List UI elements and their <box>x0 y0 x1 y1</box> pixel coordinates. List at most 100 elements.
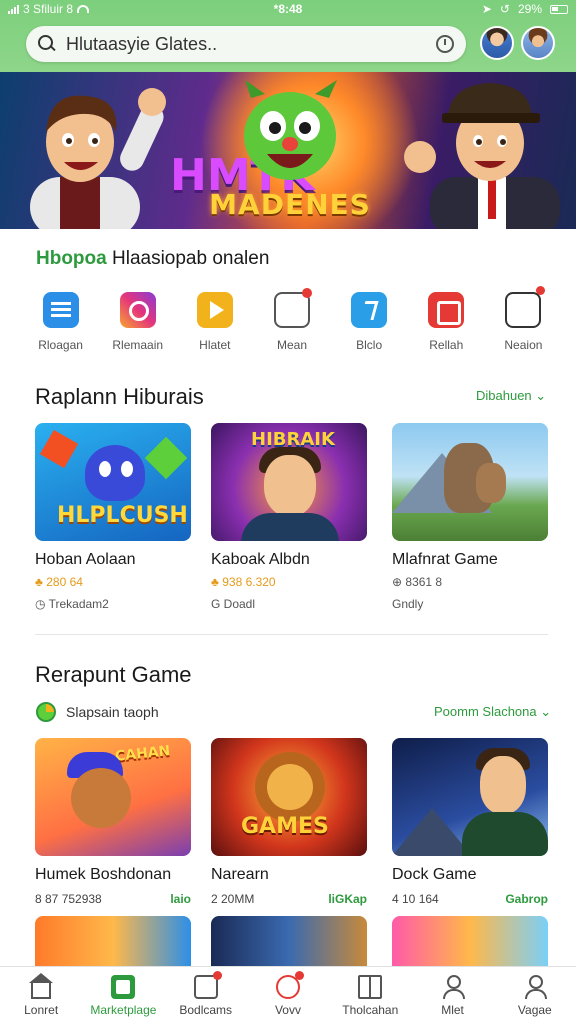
category-label: Hlatet <box>199 338 231 352</box>
nav-item-library[interactable]: Tholcahan <box>331 974 409 1017</box>
game-rating: ♣ 938 6.320 <box>211 575 367 589</box>
nav-item-user[interactable]: Mlet <box>414 974 492 1017</box>
game-thumbnail-partial[interactable] <box>35 916 191 972</box>
game-name: Hoban Aolaan <box>35 551 136 568</box>
category-label: Rellah <box>429 338 464 352</box>
game-rating: ♣ 280 64 <box>35 575 191 589</box>
category-badge-icon <box>36 702 56 722</box>
category-label: Mean <box>276 338 307 352</box>
user-icon <box>441 974 465 999</box>
category-label: Neaion <box>504 338 543 352</box>
character-art <box>462 812 548 856</box>
rating-icon: ♣ <box>35 575 43 589</box>
eye-art <box>99 461 111 477</box>
hero-banner[interactable]: HMTK MADENES <box>0 72 576 229</box>
category-item[interactable]: Rellah <box>408 288 485 352</box>
game-card[interactable]: HIBRAIK Kaboak Albdn ♣ 938 6.320 G Doadl <box>211 423 367 611</box>
game-card[interactable]: GAMES Narearn 2 20MM liGKap <box>211 738 367 906</box>
games-icon <box>193 970 222 999</box>
game-sub: G Doadl <box>211 597 256 611</box>
nav-label: Lonret <box>24 1002 59 1017</box>
thumbnail-title: HLPLCUSH <box>57 503 188 528</box>
avatar-secondary[interactable] <box>521 26 555 60</box>
location-icon: ➤ <box>481 2 492 16</box>
game-action-link[interactable]: liGKap <box>328 892 367 906</box>
category-item[interactable]: Mean <box>253 288 330 352</box>
game-stats-row: 2 20MM liGKap <box>211 892 367 906</box>
game-thumbnail-partial[interactable] <box>392 916 548 972</box>
nav-label: Vagae <box>517 1002 552 1017</box>
game-thumbnail[interactable]: GAMES <box>211 738 367 856</box>
section-subtag[interactable]: Slapsain taoph <box>36 702 159 722</box>
categories-heading: Hbopoa Hlaasiopab onalen <box>36 248 269 270</box>
battery-text: 29% <box>517 2 542 16</box>
game-thumbnail-partial[interactable] <box>211 916 367 972</box>
see-all-link[interactable]: Poomm Slachona ⌄ <box>434 704 551 720</box>
game-stats-row: 8 87 752938 laio <box>35 892 191 906</box>
gem-icon <box>39 429 79 469</box>
section-title: Raplann Hiburais <box>35 384 204 409</box>
category-label: Blclo <box>356 338 383 352</box>
profile-icon <box>523 974 547 999</box>
game-name: Kaboak Albdn <box>211 551 310 568</box>
game-sub: Gndly <box>392 597 424 611</box>
nav-item-games[interactable]: Bodlcams <box>167 970 245 1017</box>
section-subtag-label: Slapsain taoph <box>66 704 159 720</box>
avatar[interactable] <box>480 26 514 60</box>
nav-item-home[interactable]: Lonret <box>2 972 80 1017</box>
section-divider <box>35 634 548 635</box>
battery-icon <box>550 4 568 14</box>
thumbnail-title: CAHAN <box>114 743 172 765</box>
game-thumbnail[interactable]: HIBRAIK <box>211 423 367 541</box>
game-thumbnail[interactable]: CAHAN <box>35 738 191 856</box>
category-item[interactable]: Blclo <box>331 288 408 352</box>
search-bar[interactable]: Hlutaasyie Glates.. <box>26 26 466 62</box>
game-card[interactable]: HLPLCUSH Hoban Aolaan ♣ 280 64 ◷ Trekada… <box>35 423 191 611</box>
marketplace-icon <box>111 974 136 999</box>
character-art <box>267 764 313 810</box>
character-art <box>241 513 339 541</box>
nav-item-profile[interactable]: Vagae <box>496 974 574 1017</box>
game-name: Humek Boshdonan <box>35 866 172 883</box>
category-item[interactable]: Hlatet <box>176 288 253 352</box>
search-input[interactable]: Hlutaasyie Glates.. <box>66 34 436 55</box>
mountain-art <box>392 808 472 856</box>
gem-icon <box>144 436 188 480</box>
category-item[interactable]: Rlemaain <box>99 288 176 352</box>
game-thumbnail[interactable] <box>392 423 548 541</box>
game-thumbnail[interactable]: HLPLCUSH <box>35 423 191 541</box>
nav-label: Mlet <box>441 1002 464 1017</box>
banner-mascot <box>244 80 337 180</box>
category-item[interactable]: Neaion <box>485 286 562 352</box>
game-action-link[interactable]: Gabrop <box>505 892 548 906</box>
category-item[interactable]: Rloagan <box>22 288 99 352</box>
home-icon <box>29 972 54 999</box>
box-icon <box>505 286 546 328</box>
character-art <box>480 756 526 814</box>
game-thumbnail[interactable] <box>392 738 548 856</box>
alarm-icon: ↺ <box>499 2 510 16</box>
game-card[interactable]: CAHAN Humek Boshdonan 8 87 752938 laio <box>35 738 191 906</box>
character-art <box>71 768 131 828</box>
nav-item-favorites[interactable]: Vovv <box>249 970 327 1017</box>
eye-art <box>121 461 133 477</box>
see-all-label: Dibahuen <box>476 388 532 403</box>
categories-heading-accent: Hbopoa <box>36 248 107 269</box>
signal-icon <box>8 4 19 14</box>
red-app-icon <box>428 292 465 328</box>
category-row: Rloagan Rlemaain Hlatet Mean Blclo Rella… <box>22 286 562 352</box>
thumbnail-title: GAMES <box>241 814 329 839</box>
see-all-link[interactable]: Dibahuen ⌄ <box>476 388 546 404</box>
game-action-link[interactable]: laio <box>170 892 191 906</box>
status-bar: 3 Sfiluir 8 *8:48 ➤ ↺ 29% <box>0 0 576 18</box>
status-time: *8:48 <box>273 2 303 16</box>
banner-character-left <box>30 88 166 229</box>
game-card[interactable]: Dock Game 4 10 164 Gabrop <box>392 738 548 906</box>
banner-character-right <box>404 83 560 229</box>
game-sub: ◷ Trekadam2 <box>35 597 191 611</box>
section-title: Rerapunt Game <box>35 662 192 687</box>
nav-item-marketplace[interactable]: Marketplage <box>84 974 162 1017</box>
game-card[interactable]: Mlafnrat Game ⊕ 8361 8 Gndly <box>392 423 548 611</box>
character-art <box>85 445 145 501</box>
history-icon[interactable] <box>436 35 454 53</box>
